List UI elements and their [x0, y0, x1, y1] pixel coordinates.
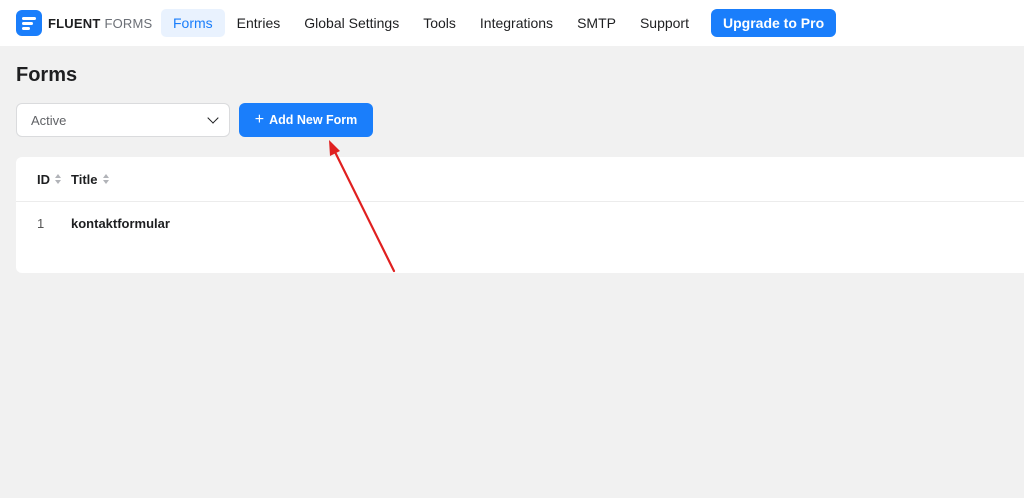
nav-item-tools[interactable]: Tools: [411, 9, 468, 37]
nav-item-entries[interactable]: Entries: [225, 9, 293, 37]
column-header-id[interactable]: ID: [37, 172, 71, 187]
sort-icon[interactable]: [55, 174, 61, 184]
logo-text-secondary: FORMS: [104, 15, 153, 31]
main-menu: Forms Entries Global Settings Tools Inte…: [161, 0, 837, 46]
nav-item-integrations[interactable]: Integrations: [468, 9, 565, 37]
add-new-form-label: Add New Form: [269, 113, 358, 127]
form-id-cell: 1: [37, 215, 45, 231]
nav-item-global-settings[interactable]: Global Settings: [292, 9, 411, 37]
table-row[interactable]: 1 kontaktformular: [16, 203, 1024, 243]
logo-text-primary: FLUENT: [48, 15, 101, 31]
nav-item-smtp[interactable]: SMTP: [565, 9, 628, 37]
fluent-forms-logo-icon: [16, 10, 42, 36]
plus-icon: +: [254, 111, 265, 128]
add-new-form-button[interactable]: + Add New Form: [239, 103, 373, 137]
logo-text: FLUENT FORMS: [48, 16, 152, 31]
nav-item-support[interactable]: Support: [628, 9, 701, 37]
fluent-forms-logo[interactable]: FLUENT FORMS: [16, 10, 161, 36]
form-title-link[interactable]: kontaktformular: [71, 216, 170, 231]
column-header-id-label: ID: [37, 171, 50, 187]
table-header: ID Title: [16, 157, 1024, 202]
upgrade-to-pro-button[interactable]: Upgrade to Pro: [711, 9, 837, 37]
nav-item-forms[interactable]: Forms: [161, 9, 225, 37]
status-filter-value: Active: [31, 112, 67, 128]
forms-table-card: ID Title 1 kontaktformular: [16, 157, 1024, 273]
page-title: Forms: [16, 64, 78, 86]
status-filter-select[interactable]: Active: [16, 103, 230, 137]
column-header-title-label: Title: [71, 171, 98, 187]
top-navigation-bar: FLUENT FORMS Forms Entries Global Setting…: [0, 0, 1024, 46]
sort-icon[interactable]: [102, 174, 109, 184]
column-header-title[interactable]: Title: [71, 172, 109, 187]
chevron-down-icon: [207, 112, 219, 124]
